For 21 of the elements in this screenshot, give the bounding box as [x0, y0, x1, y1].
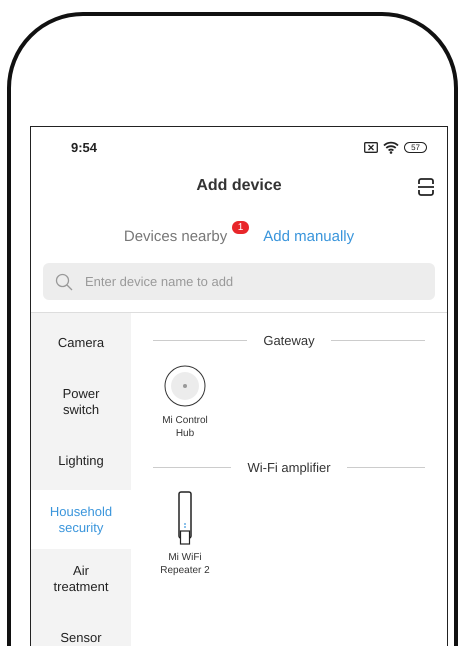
category-item[interactable]: Power switch [31, 372, 131, 431]
category-item[interactable]: Sensor [31, 608, 131, 646]
usb-stick-icon [177, 491, 193, 545]
hub-icon [163, 364, 207, 408]
category-item[interactable]: Camera [31, 313, 131, 372]
device-name: Mi Control Hub [161, 414, 209, 440]
category-item[interactable]: Air treatment [31, 549, 131, 608]
device-tile[interactable]: Mi WiFi Repeater 2 [153, 491, 217, 577]
count-badge: 1 [232, 220, 250, 234]
section-heading: Gateway [263, 332, 315, 348]
scan-icon[interactable] [417, 178, 435, 196]
search-field[interactable]: Enter device name to add [43, 263, 435, 300]
no-sim-icon [364, 142, 378, 152]
category-item[interactable]: Lighting [31, 431, 131, 490]
section-heading: Wi-Fi amplifier [247, 460, 331, 474]
battery-indicator: 57 [404, 142, 427, 152]
status-time: 9:54 [71, 140, 98, 154]
page-title: Add device [196, 177, 282, 195]
device-tile[interactable]: Mi Control Hub [153, 364, 217, 440]
wifi-icon [383, 140, 400, 154]
device-name: Mi WiFi Repeater 2 [159, 551, 211, 577]
